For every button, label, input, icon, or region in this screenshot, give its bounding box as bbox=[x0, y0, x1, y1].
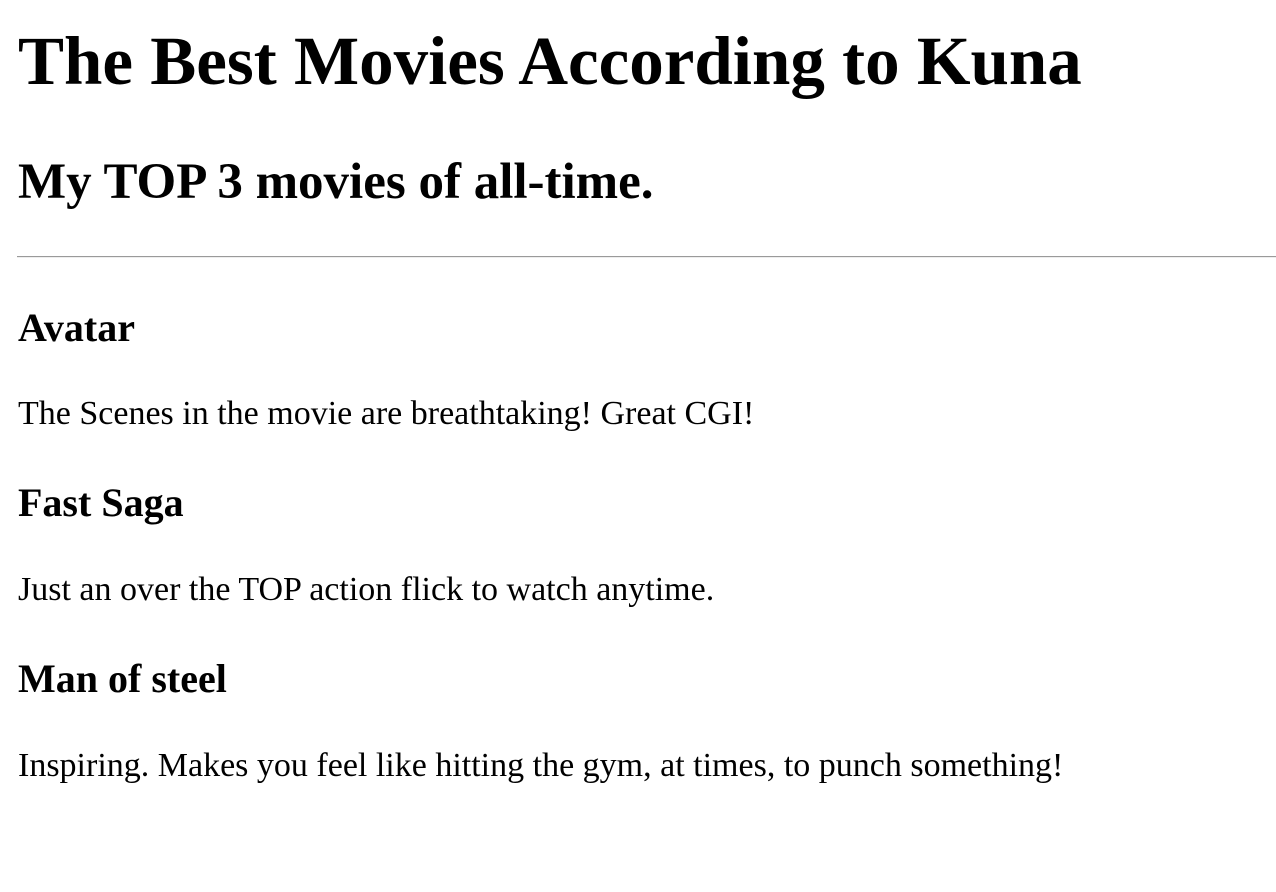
page-subtitle: My TOP 3 movies of all-time. bbox=[18, 154, 654, 210]
horizontal-rule bbox=[17, 256, 1276, 258]
movie-description-fast-saga: Just an over the TOP action flick to wat… bbox=[18, 571, 715, 608]
movie-title-man-of-steel: Man of steel bbox=[18, 656, 227, 701]
movie-description-avatar: The Scenes in the movie are breathtaking… bbox=[18, 395, 755, 432]
movie-description-man-of-steel: Inspiring. Makes you feel like hitting t… bbox=[18, 747, 1064, 784]
movie-title-fast-saga: Fast Saga bbox=[18, 480, 184, 525]
page: The Best Movies According to Kuna My TOP… bbox=[0, 0, 1276, 892]
page-title: The Best Movies According to Kuna bbox=[18, 23, 1082, 99]
movie-title-avatar: Avatar bbox=[18, 305, 135, 350]
